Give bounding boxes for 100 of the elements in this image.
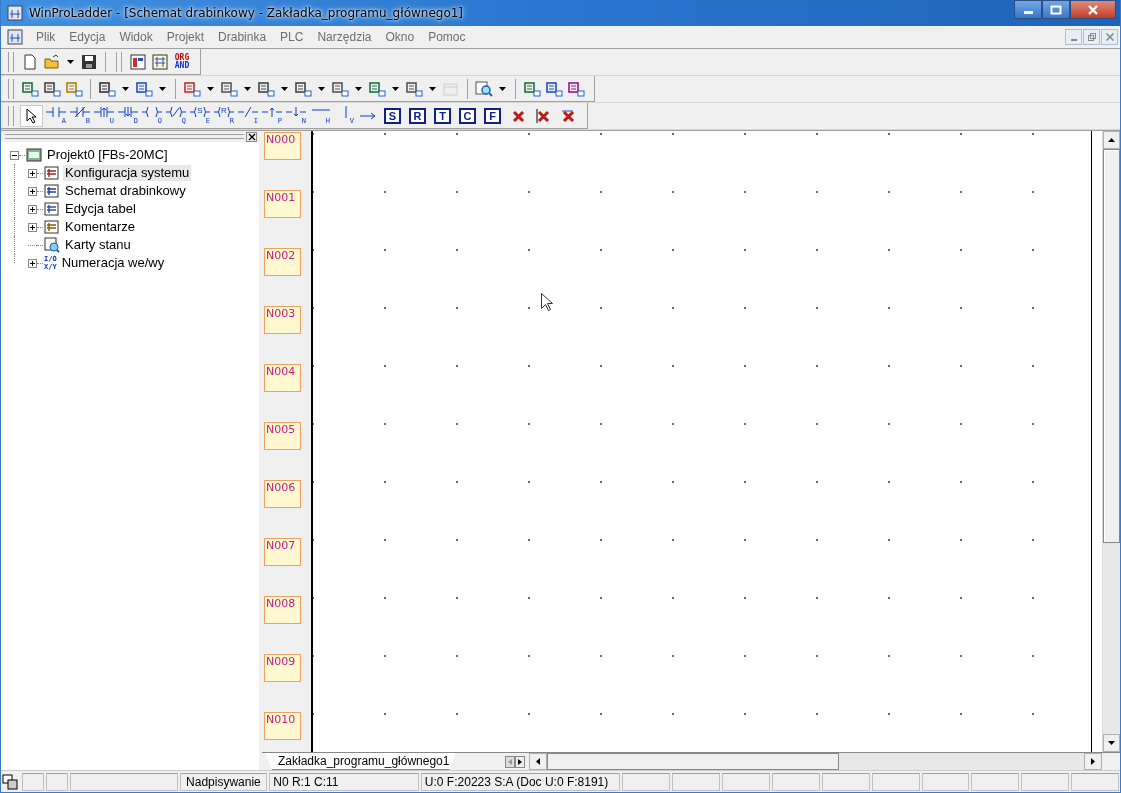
status-pane (21, 773, 44, 791)
close-button[interactable] (246, 131, 257, 142)
dropdown-arrow-icon[interactable] (429, 86, 436, 91)
menu-item[interactable]: Projekt (159, 30, 212, 44)
dropdown-arrow-icon[interactable] (244, 86, 251, 91)
down-arrow-icon (1108, 741, 1115, 745)
document-icon (44, 165, 60, 181)
menu-item[interactable]: Okno (378, 30, 422, 44)
instruction-button[interactable]: T (434, 107, 451, 124)
network-label[interactable]: N009 (264, 654, 301, 682)
network-label[interactable]: N007 (264, 538, 301, 566)
menu-item[interactable]: Pomoc (421, 30, 473, 44)
expand-icon[interactable] (28, 258, 37, 268)
tree-item[interactable]: Karty stanu (63, 237, 133, 253)
tree-item[interactable]: Edycja tabel (63, 201, 138, 217)
delete-icon (534, 107, 551, 124)
minimize-icon (1023, 11, 1033, 14)
dropdown-arrow-icon[interactable] (499, 86, 506, 91)
network-label[interactable]: N010 (264, 712, 301, 740)
tree-item[interactable]: Konfiguracja systemu (63, 165, 192, 181)
menu-item[interactable]: Plik (29, 30, 63, 44)
project-icon (26, 147, 42, 163)
pointer-icon (25, 107, 38, 124)
maximize-icon (1050, 4, 1062, 15)
horizontal-scrollbar[interactable] (529, 753, 1102, 770)
right-arrow-icon (1091, 758, 1095, 765)
line-up-icon (262, 106, 282, 118)
delete-icon (559, 107, 576, 124)
scroll-up-button[interactable] (1103, 131, 1120, 149)
menu-item[interactable]: Widok (112, 30, 160, 44)
status-pane (1071, 773, 1120, 791)
scroll-thumb[interactable] (547, 753, 840, 770)
instruction-button[interactable]: C (459, 107, 476, 124)
status-pane (771, 773, 820, 791)
document-icon[interactable] (7, 29, 23, 45)
up-arrow-icon (1108, 138, 1115, 142)
dropdown-arrow-icon[interactable] (122, 86, 129, 91)
network-label[interactable]: N008 (264, 596, 301, 624)
status-pane (1021, 773, 1070, 791)
restore-button[interactable] (1083, 29, 1100, 45)
maximize-button[interactable] (1042, 0, 1070, 19)
network-label[interactable]: N001 (264, 190, 301, 218)
coil-letter-icon (190, 106, 210, 118)
instruction-button[interactable]: F (484, 107, 501, 124)
expand-icon[interactable] (28, 204, 37, 214)
windows-icon (2, 774, 18, 790)
dropdown-arrow-icon[interactable] (318, 86, 325, 91)
mouse-cursor-icon (541, 293, 553, 312)
contact-down-icon (118, 106, 138, 118)
network-label[interactable]: N005 (264, 422, 301, 450)
memory-status: U:0 F:20223 S:A (Doc U:0 F:8191) (420, 773, 621, 791)
dropdown-arrow-icon[interactable] (355, 86, 362, 91)
close-icon (247, 132, 256, 141)
scroll-down-button[interactable] (1103, 734, 1120, 752)
tree-item[interactable]: Schemat drabinkowy (63, 183, 188, 199)
minimize-icon (1070, 39, 1077, 41)
vertical-line-icon (344, 106, 347, 118)
status-pane (672, 773, 721, 791)
dropdown-arrow-icon[interactable] (159, 86, 166, 91)
line-not-icon (238, 106, 258, 118)
expand-icon[interactable] (28, 222, 37, 232)
dropdown-arrow-icon[interactable] (207, 86, 214, 91)
contact-nc-icon (70, 106, 90, 118)
left-arrow-icon (536, 758, 541, 765)
pointer-button[interactable] (20, 104, 43, 127)
menu-item[interactable]: Drabinka (211, 30, 274, 44)
instruction-button[interactable]: S (384, 107, 401, 124)
minimize-button[interactable] (1014, 0, 1042, 19)
tree-item[interactable]: Komentarze (63, 219, 138, 235)
network-label[interactable]: N004 (264, 364, 301, 392)
scroll-right-button[interactable] (1084, 753, 1102, 770)
close-button[interactable] (1070, 0, 1116, 19)
dropdown-arrow-icon[interactable] (67, 59, 74, 64)
scroll-left-button[interactable] (529, 753, 548, 770)
scroll-thumb[interactable] (1103, 149, 1120, 543)
contact-no-icon (46, 106, 66, 118)
menu-item[interactable]: Narzędzia (310, 30, 379, 44)
horizontal-line-icon (311, 109, 330, 111)
status-pane (971, 773, 1020, 791)
cursor-position-status: N0 R:1 C:11 (269, 773, 419, 791)
network-label[interactable]: N006 (264, 480, 301, 508)
network-label[interactable]: N003 (264, 306, 301, 334)
network-label[interactable]: N000 (264, 132, 301, 160)
status-pane (622, 773, 671, 791)
instruction-button[interactable]: R (409, 107, 426, 124)
network-label[interactable]: N002 (264, 248, 301, 276)
tree-item[interactable]: Numeracja we/wy (59, 255, 167, 271)
menu-item[interactable]: PLC (273, 30, 311, 44)
collapse-icon[interactable] (10, 150, 19, 160)
coil-neg-icon (166, 106, 186, 118)
vertical-scrollbar[interactable] (1102, 131, 1120, 752)
tab-scroll-buttons[interactable] (505, 755, 526, 768)
sheet-tab[interactable]: Zakładka_programu_głównego1 (266, 753, 456, 770)
expand-icon[interactable] (28, 186, 37, 196)
dropdown-arrow-icon[interactable] (392, 86, 399, 91)
tree-item[interactable]: Projekt0 [FBs-20MC] (45, 147, 170, 163)
menu-item[interactable]: Edycja (62, 30, 113, 44)
expand-icon[interactable] (28, 168, 37, 178)
dropdown-arrow-icon[interactable] (281, 86, 288, 91)
org-and-button[interactable]: ORG AND (172, 50, 192, 73)
